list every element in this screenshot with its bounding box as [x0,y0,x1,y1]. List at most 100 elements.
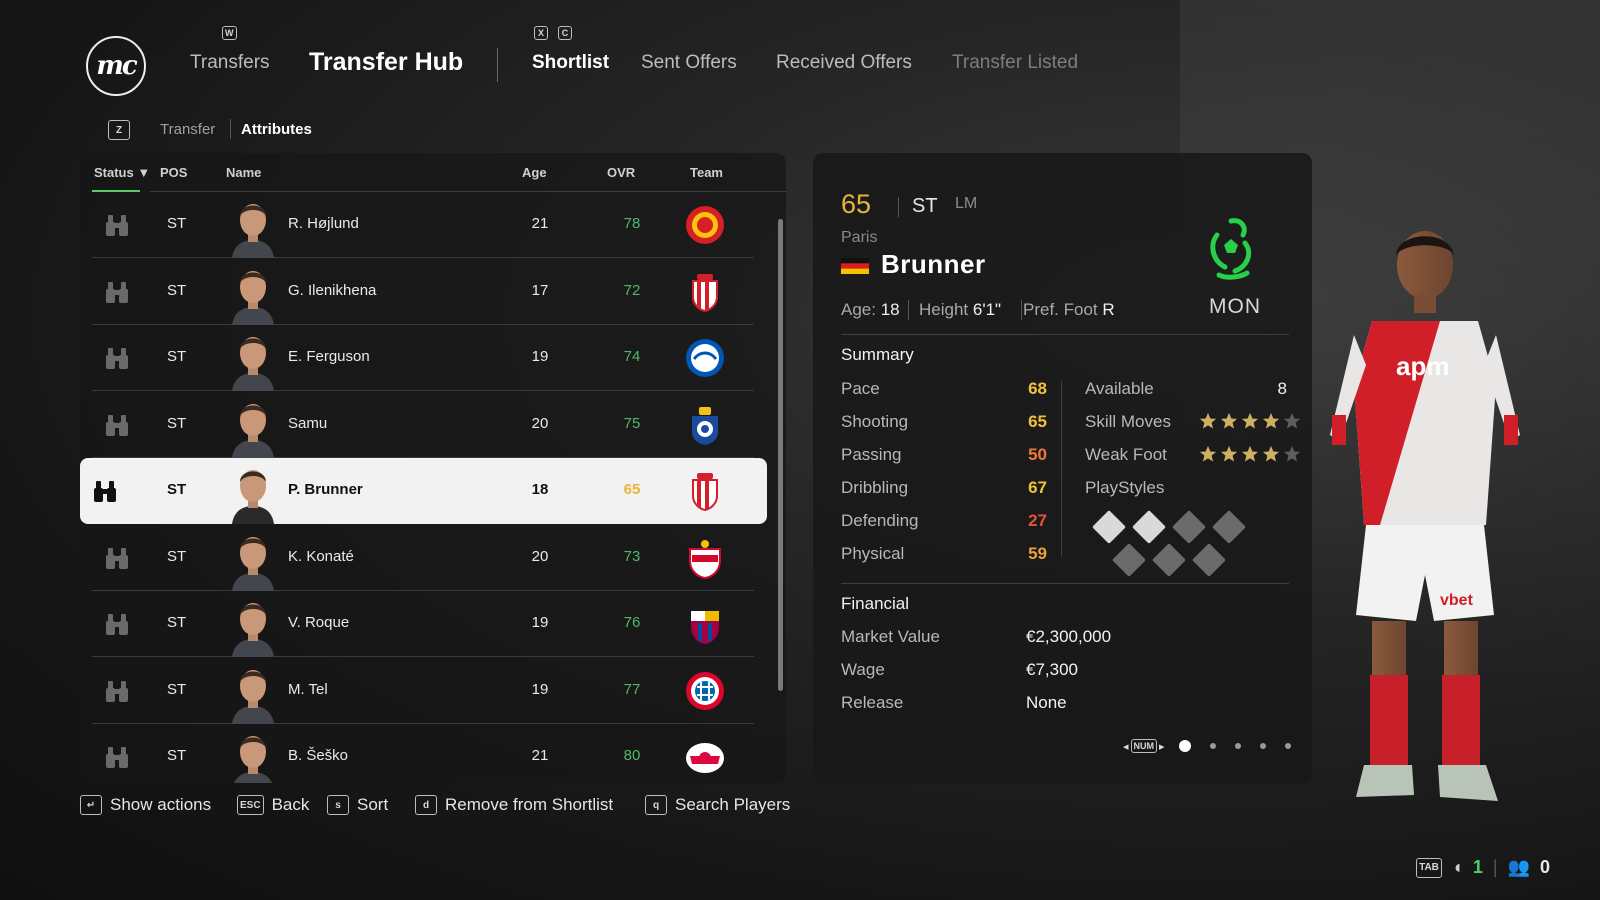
tab-received-offers[interactable]: Received Offers [776,52,912,74]
available-value: 8 [1277,379,1287,398]
player-position: ST [167,281,187,299]
scout-status-icon[interactable] [102,277,132,307]
club-code: MON [1209,295,1261,318]
player-render-image: apm vbet [1330,231,1520,801]
tab-sent-offers[interactable]: Sent Offers [641,52,737,74]
column-header-age[interactable]: Age [522,165,547,180]
player-name: R. Højlund [288,215,359,232]
sort-hint[interactable]: s Sort [327,795,388,815]
page-indicator[interactable]: ◂ NUM ▸ [1123,739,1291,753]
player-ovr: 72 [623,281,641,299]
scout-status-icon[interactable] [102,410,132,440]
column-header-status[interactable]: Status ▼ [94,165,150,180]
scout-status-icon[interactable] [102,609,132,639]
player-age: 18 [531,481,549,498]
table-row[interactable]: ST P. Brunner 18 65 [80,458,767,524]
player-portrait-icon [230,398,276,458]
search-players-hint[interactable]: q Search Players [645,795,790,815]
table-row[interactable]: ST K. Konaté 20 73 [92,525,754,591]
page-dot[interactable] [1259,743,1266,749]
shortlist-table: Status ▼ POS Name Age OVR Team ST R. Højl… [80,153,786,783]
star-icon [1241,412,1259,435]
key-w-icon: W [222,26,237,40]
player-portrait-icon [230,664,276,724]
brighton-crest-icon [684,337,726,379]
playstyle-icon[interactable] [1132,510,1166,544]
player-age: 20 [531,414,549,432]
column-header-pos[interactable]: POS [160,165,187,180]
financial-label: Release [841,693,904,712]
player-portrait-icon [230,730,276,783]
num-key-icon: ◂ NUM ▸ [1123,739,1165,753]
player-age: 21 [531,215,549,232]
key-x-icon: X [534,26,548,40]
player-position: ST [167,481,187,498]
player-portrait-icon [230,265,276,325]
star-icon [1220,445,1238,468]
key-icon: s [327,795,349,815]
table-row[interactable]: ST V. Roque 19 76 [92,591,754,657]
table-row[interactable]: ST E. Ferguson 19 74 [92,325,754,391]
scrollbar[interactable] [778,219,783,691]
table-row[interactable]: ST B. Šeško 21 80 [92,724,754,783]
player-ovr: 73 [623,547,641,565]
player-name: Samu [288,414,328,432]
table-row[interactable]: ST Samu 20 75 [92,392,754,458]
stat-label-physical: Physical [841,544,905,563]
player-age: 17 [531,281,549,299]
player-position: ST [167,215,187,232]
page-dot[interactable] [1178,740,1191,752]
manchester-united-crest-icon [684,204,726,246]
breadcrumb-divider [230,119,231,139]
hint-label: Remove from Shortlist [445,795,614,814]
player-position: ST [167,747,187,764]
remove-from-shortlist-hint[interactable]: d Remove from Shortlist [415,795,613,815]
player-age: 19 [531,680,549,698]
page-dot[interactable] [1234,743,1241,749]
subtab-attributes[interactable]: Attributes [241,121,312,138]
column-header-name[interactable]: Name [226,165,261,180]
subtab-transfer[interactable]: Transfer [160,121,215,138]
player-name: G. Ilenikhena [288,281,377,299]
tab-shortlist[interactable]: Shortlist [532,52,609,74]
financial-title: Financial [841,594,910,613]
scout-status-icon[interactable] [102,343,132,373]
page-dot[interactable] [1209,743,1216,749]
scout-status-icon[interactable] [102,742,132,772]
scout-status-icon[interactable] [90,476,120,506]
scout-status-icon[interactable] [102,210,132,240]
column-header-ovr[interactable]: OVR [607,165,635,180]
playstyle-slot-icon [1112,543,1146,577]
monaco-crest-icon [684,470,726,512]
player-ovr: 76 [623,614,641,631]
nav-transfers[interactable]: Transfers [190,52,270,74]
scout-status-icon[interactable] [102,543,132,573]
skill-moves-stars [1199,412,1301,435]
tab-transfer-listed[interactable]: Transfer Listed [952,52,1078,74]
table-row[interactable]: ST R. Højlund 21 78 [92,192,754,258]
germany-flag-icon [841,258,869,274]
playstyle-icon[interactable] [1092,510,1126,544]
player-position: ST [167,614,187,631]
weak-foot-stars [1199,445,1301,468]
skill-moves-label: Skill Moves [1085,412,1171,431]
divider [898,197,899,217]
page-dot[interactable] [1284,743,1291,749]
player-position: ST [167,547,187,565]
star-icon [1199,412,1217,435]
section-divider [841,583,1289,584]
player-portrait-icon [230,597,276,657]
hint-label: Search Players [675,795,791,814]
back-hint[interactable]: ESC Back [237,795,309,815]
table-row[interactable]: ST M. Tel 19 77 [92,658,754,724]
stat-value-dribbling: 67 [1028,478,1047,497]
player-name: K. Konaté [288,547,354,565]
divider: | [1492,857,1498,877]
scout-status-icon[interactable] [102,676,132,706]
show-actions-hint[interactable]: ↵ Show actions [80,795,211,815]
stat-label-shooting: Shooting [841,412,909,431]
column-header-team[interactable]: Team [690,165,723,180]
scout-icon: ◖ [1452,857,1463,877]
table-row[interactable]: ST G. Ilenikhena 17 72 [92,259,754,325]
playstyle-slot-icon [1172,510,1206,544]
